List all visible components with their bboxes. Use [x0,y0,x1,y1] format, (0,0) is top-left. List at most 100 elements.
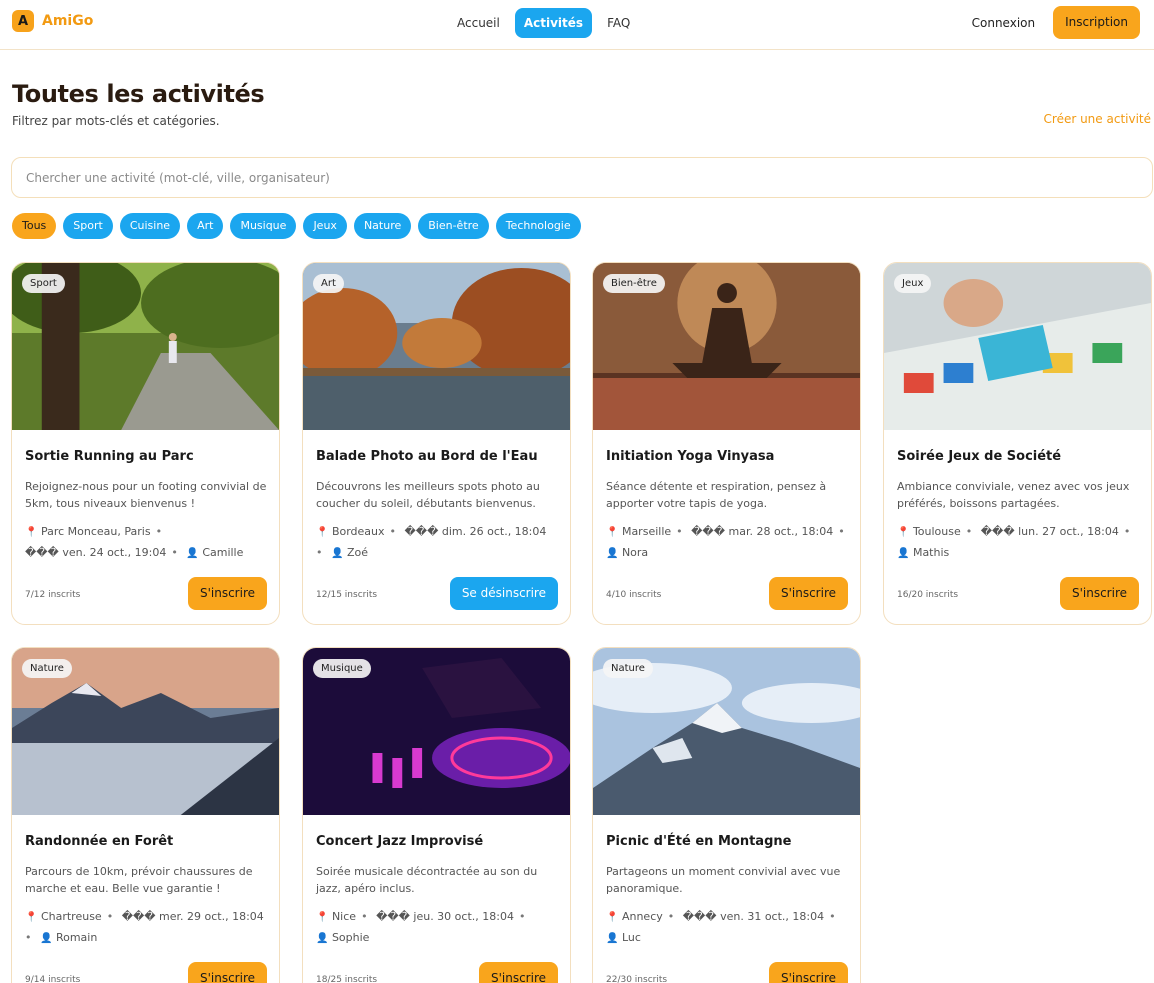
activity-meta: 📍 Marseille • ��� mar. 28 oct., 18:04 • 👤 … [606,522,850,564]
activity-image-board-games: Jeux [884,263,1151,430]
activity-description: Ambiance conviviale, venez avec vos jeux… [897,480,1130,510]
activity-date: ��� mer. 29 oct., 18:04 [121,910,264,923]
participants-count: 4/10 inscrits [606,590,662,600]
activity-organizer: Mathis [912,546,950,559]
location-pin-icon: 📍 [606,912,619,923]
filter-chip-musique[interactable]: Musique [230,213,297,239]
category-badge: Nature [603,659,653,678]
page-title: Toutes les activités [12,80,265,108]
activity-card[interactable]: Bien-être Initiation Yoga Vinyasa Séance… [592,262,861,625]
create-activity-link[interactable]: Créer une activité [1044,112,1151,126]
activity-title[interactable]: Sortie Running au Parc [25,449,194,464]
activity-card[interactable]: Sport Sortie Running au Parc Rejoignez-n… [11,262,280,625]
activity-date: ��� lun. 27 oct., 18:04 [980,525,1119,538]
activity-title[interactable]: Picnic d'Été en Montagne [606,834,791,849]
activity-card[interactable]: Nature Picnic d'Été en Montagne Partageo… [592,647,861,983]
register-button[interactable]: S'inscrire [478,962,558,983]
brand-badge-icon: A [12,10,34,32]
participants-count: 16/20 inscrits [897,590,959,600]
filter-chip-jeux[interactable]: Jeux [303,213,347,239]
activity-date: ��� ven. 31 oct., 18:04 [682,910,825,923]
activity-image-yoga: Bien-être [593,263,860,430]
nav-link-activites[interactable]: Activités [514,8,593,38]
separator-dot: • [965,525,973,538]
nav-link-accueil[interactable]: Accueil [448,8,509,38]
activity-location: Toulouse [912,525,961,538]
participants-count: 12/15 inscrits [316,590,378,600]
activity-date: ��� mar. 28 oct., 18:04 [691,525,834,538]
activity-date: ��� ven. 24 oct., 19:04 [25,546,167,559]
activity-title[interactable]: Balade Photo au Bord de l'Eau [316,449,538,464]
activity-meta: 📍 Chartreuse • ��� mer. 29 oct., 18:04 • … [25,907,269,949]
activity-organizer: Camille [202,546,244,559]
filter-chip-cuisine[interactable]: Cuisine [119,213,181,239]
category-filters: Tous Sport Cuisine Art Musique Jeux Natu… [12,213,581,239]
filter-chip-tous[interactable]: Tous [12,213,57,239]
participants-count: 18/25 inscrits [316,975,378,983]
activity-title[interactable]: Concert Jazz Improvisé [316,834,483,849]
participants-count: 7/12 inscrits [25,590,81,600]
location-pin-icon: 📍 [316,912,329,923]
location-pin-icon: 📍 [25,912,38,923]
separator-dot: • [518,910,526,923]
activity-date: ��� jeu. 30 oct., 18:04 [376,910,514,923]
user-icon: 👤 [40,933,53,944]
separator-dot: • [155,525,163,538]
separator-dot: • [106,910,114,923]
separator-dot: • [389,525,397,538]
activity-organizer: Nora [621,546,649,559]
filter-chip-art[interactable]: Art [187,213,224,239]
activity-organizer: Zoé [346,546,368,559]
activity-card[interactable]: Art Balade Photo au Bord de l'Eau Découv… [302,262,571,625]
participants-count: 9/14 inscrits [25,975,81,983]
separator-dot: • [676,525,683,538]
separator-dot: • [171,546,178,559]
user-icon: 👤 [897,548,910,559]
activity-image-photo-walk: Art [303,263,570,430]
nav-link-faq[interactable]: FAQ [598,8,639,38]
activity-location: Bordeaux [331,525,385,538]
register-button[interactable]: S'inscrire [768,962,848,983]
filter-chip-bien-etre[interactable]: Bien-être [418,213,489,239]
register-button[interactable]: S'inscrire [1059,577,1139,610]
activity-meta: 📍 Annecy • ��� ven. 31 oct., 18:04 • 👤 Luc [606,907,850,949]
filter-chip-technologie[interactable]: Technologie [495,213,581,239]
activity-title[interactable]: Initiation Yoga Vinyasa [606,449,774,464]
main-nav: Accueil Activités FAQ [448,8,639,38]
activity-description: Soirée musicale décontractée au son du j… [316,865,538,895]
activity-description: Parcours de 10km, prévoir chaussures de … [25,865,253,895]
activity-meta: 📍 Parc Monceau, Paris • ��� ven. 24 oct.,… [25,522,269,564]
activity-card[interactable]: Jeux Soirée Jeux de Société Ambiance con… [883,262,1152,625]
activity-meta: 📍 Bordeaux • ��� dim. 26 oct., 18:04 • 👤 … [316,522,560,564]
activity-title[interactable]: Soirée Jeux de Société [897,449,1061,464]
activity-location: Parc Monceau, Paris [40,525,151,538]
activity-organizer: Sophie [331,931,370,944]
register-button[interactable]: S'inscrire [187,577,267,610]
category-badge: Musique [313,659,371,678]
category-badge: Sport [22,274,65,293]
location-pin-icon: 📍 [897,527,910,538]
unregister-button[interactable]: Se désinscrire [449,577,558,610]
activity-location: Chartreuse [40,910,102,923]
activity-card[interactable]: Nature Randonnée en Forêt Parcours de 10… [11,647,280,983]
separator-dot: • [838,525,845,538]
signup-button[interactable]: Inscription [1053,6,1140,39]
activity-card[interactable]: Musique Concert Jazz Improvisé Soirée mu… [302,647,571,983]
location-pin-icon: 📍 [606,527,619,538]
login-link[interactable]: Connexion [972,16,1036,30]
register-button[interactable]: S'inscrire [187,962,267,983]
register-button[interactable]: S'inscrire [768,577,848,610]
activity-description: Découvrons les meilleurs spots photo au … [316,480,540,510]
activity-organizer: Luc [621,931,641,944]
separator-dot: • [667,910,675,923]
filter-chip-sport[interactable]: Sport [63,213,113,239]
search-input[interactable] [12,158,1152,197]
category-badge: Bien-être [603,274,665,293]
activity-description: Partageons un moment convivial avec vue … [606,865,841,895]
filter-chip-nature[interactable]: Nature [353,213,412,239]
activity-description: Séance détente et respiration, pensez à … [606,480,827,510]
user-icon: 👤 [606,933,619,944]
activity-title[interactable]: Randonnée en Forêt [25,834,173,849]
brand-logo[interactable]: A AmiGo [12,10,93,32]
top-navbar: A AmiGo Accueil Activités FAQ Connexion … [0,0,1154,50]
